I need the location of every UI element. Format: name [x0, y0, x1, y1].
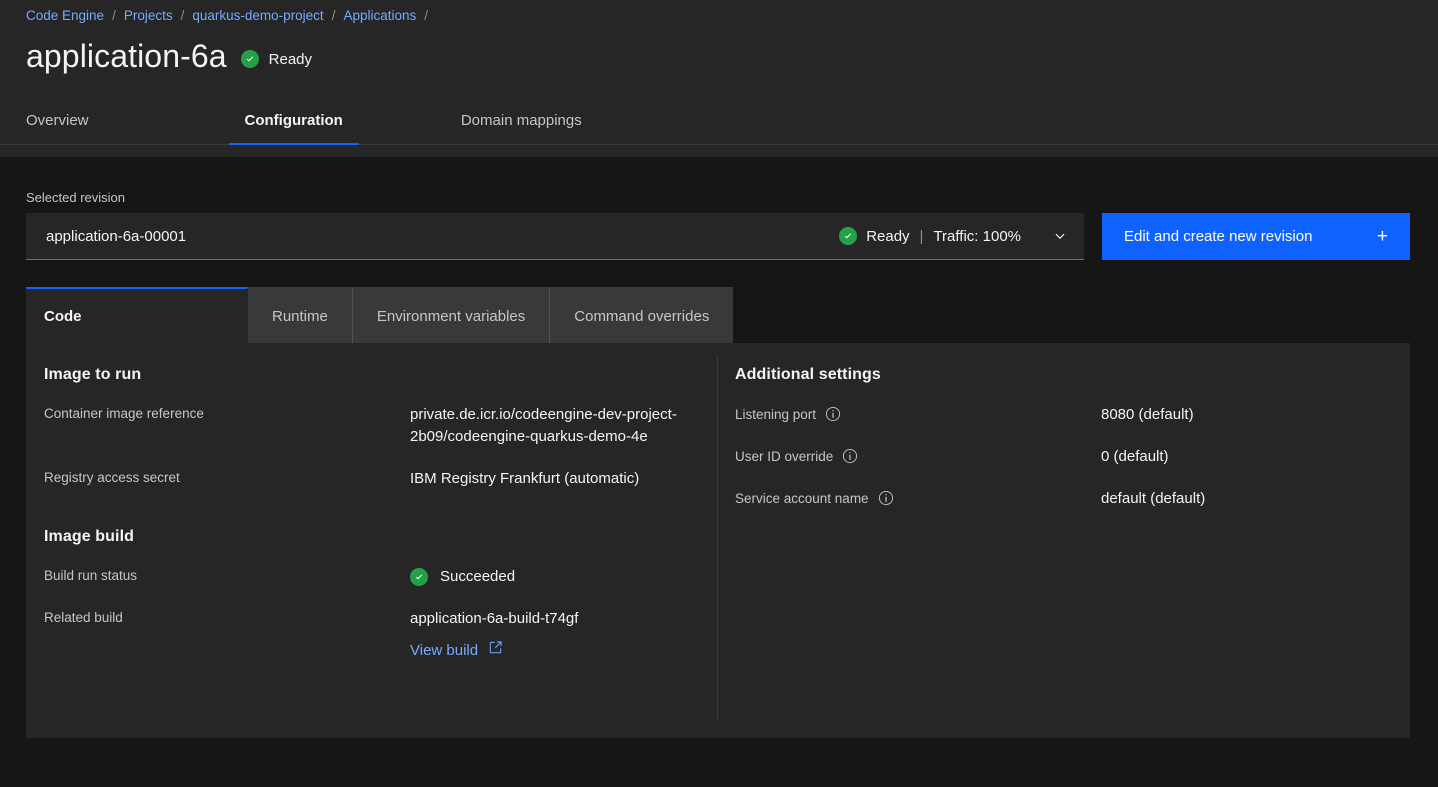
- revision-name: application-6a-00001: [46, 227, 187, 245]
- tab-overview[interactable]: Overview: [26, 100, 105, 145]
- selected-revision-label: Selected revision: [26, 190, 125, 205]
- external-link-icon: [488, 640, 503, 662]
- success-check-icon: [410, 568, 428, 586]
- configuration-panel: Image to run Container image reference p…: [26, 343, 1410, 738]
- subtab-runtime[interactable]: Runtime: [248, 287, 353, 343]
- page-header: Code Engine / Projects / quarkus-demo-pr…: [0, 0, 1438, 157]
- registry-access-secret-row: Registry access secret IBM Registry Fran…: [44, 468, 717, 490]
- image-to-run-heading: Image to run: [44, 366, 142, 383]
- app-status: Ready: [240, 44, 313, 68]
- breadcrumb-separator: /: [180, 8, 185, 23]
- info-icon[interactable]: [878, 490, 894, 506]
- user-id-override-value: 0 (default): [1101, 448, 1169, 465]
- breadcrumb-item-projects[interactable]: Projects: [124, 7, 173, 25]
- subtab-environment-variables[interactable]: Environment variables: [352, 287, 551, 343]
- edit-and-create-new-revision-button[interactable]: Edit and create new revision +: [1102, 213, 1410, 260]
- view-build-link[interactable]: View build: [410, 640, 503, 662]
- revision-select[interactable]: application-6a-00001 Ready | Traffic: 10…: [26, 213, 1084, 260]
- user-id-override-row: User ID override 0 (default): [735, 446, 1410, 468]
- plus-icon: +: [1376, 226, 1388, 247]
- edit-button-label: Edit and create new revision: [1124, 228, 1313, 245]
- success-check-icon: [240, 50, 259, 68]
- listening-port-row: Listening port 8080 (default): [735, 404, 1410, 426]
- container-image-reference-value: private.de.icr.io/codeengine-dev-project…: [410, 406, 677, 445]
- subtab-command-overrides[interactable]: Command overrides: [550, 287, 734, 343]
- revision-traffic-label: Traffic: 100%: [933, 227, 1021, 245]
- service-account-name-label-text: Service account name: [735, 490, 869, 506]
- page-title: application-6a: [26, 38, 227, 74]
- app-page: Code Engine / Projects / quarkus-demo-pr…: [0, 0, 1438, 787]
- primary-tabs: Overview Configuration Domain mappings: [0, 100, 1438, 145]
- revision-meta: Ready | Traffic: 100%: [839, 227, 1068, 245]
- listening-port-label-text: Listening port: [735, 406, 817, 422]
- listening-port-value: 8080 (default): [1101, 406, 1194, 423]
- revision-row: application-6a-00001 Ready | Traffic: 10…: [0, 213, 1438, 260]
- secondary-tabs: Code Runtime Environment variables Comma…: [0, 287, 1438, 343]
- tab-domain-mappings[interactable]: Domain mappings: [445, 100, 598, 145]
- revision-status-label: Ready: [866, 227, 910, 245]
- breadcrumb-item-code-engine[interactable]: Code Engine: [26, 7, 104, 25]
- build-run-status-label: Build run status: [44, 568, 138, 583]
- breadcrumb: Code Engine / Projects / quarkus-demo-pr…: [0, 0, 1438, 26]
- title-row: application-6a Ready: [0, 26, 1438, 76]
- container-image-reference-row: Container image reference private.de.icr…: [44, 404, 717, 448]
- additional-settings-column: Additional settings Listening port 8080: [717, 343, 1410, 718]
- listening-port-label: Listening port: [735, 404, 1101, 422]
- build-run-status-row: Build run status Succeeded: [44, 566, 717, 588]
- success-check-icon: [839, 227, 858, 245]
- page-body: Selected revision application-6a-00001 R…: [0, 157, 1438, 738]
- registry-access-secret-value: IBM Registry Frankfurt (automatic): [410, 470, 640, 487]
- revision-meta-divider: |: [919, 227, 924, 245]
- registry-access-secret-label: Registry access secret: [44, 470, 180, 485]
- service-account-name-label: Service account name: [735, 488, 1101, 506]
- app-status-label: Ready: [268, 50, 313, 68]
- service-account-name-value: default (default): [1101, 490, 1206, 507]
- info-icon[interactable]: [842, 448, 858, 464]
- chevron-down-icon[interactable]: [1052, 228, 1068, 244]
- user-id-override-label-text: User ID override: [735, 448, 834, 464]
- user-id-override-label: User ID override: [735, 446, 1101, 464]
- breadcrumb-item-quarkus-demo-project[interactable]: quarkus-demo-project: [192, 7, 323, 25]
- breadcrumb-separator: /: [112, 8, 116, 23]
- view-build-label: View build: [410, 642, 479, 659]
- breadcrumb-separator: /: [331, 8, 336, 23]
- related-build-value: application-6a-build-t74gf: [410, 610, 579, 627]
- service-account-name-row: Service account name default (default): [735, 488, 1410, 510]
- additional-settings-heading: Additional settings: [735, 366, 881, 383]
- image-build-heading: Image build: [44, 528, 134, 545]
- subtab-code[interactable]: Code: [26, 287, 248, 343]
- breadcrumb-separator: /: [424, 8, 429, 23]
- build-run-status-value: Succeeded: [440, 568, 516, 585]
- tab-configuration[interactable]: Configuration: [228, 100, 359, 145]
- related-build-value-wrap: application-6a-build-t74gf View build: [410, 608, 578, 662]
- build-run-status-value-wrap: Succeeded: [410, 566, 515, 588]
- related-build-label: Related build: [44, 610, 123, 625]
- code-settings-column: Image to run Container image reference p…: [26, 343, 717, 718]
- breadcrumb-item-applications[interactable]: Applications: [343, 7, 416, 25]
- related-build-row: Related build application-6a-build-t74gf…: [44, 608, 717, 662]
- info-icon[interactable]: [825, 406, 841, 422]
- container-image-reference-label: Container image reference: [44, 406, 204, 421]
